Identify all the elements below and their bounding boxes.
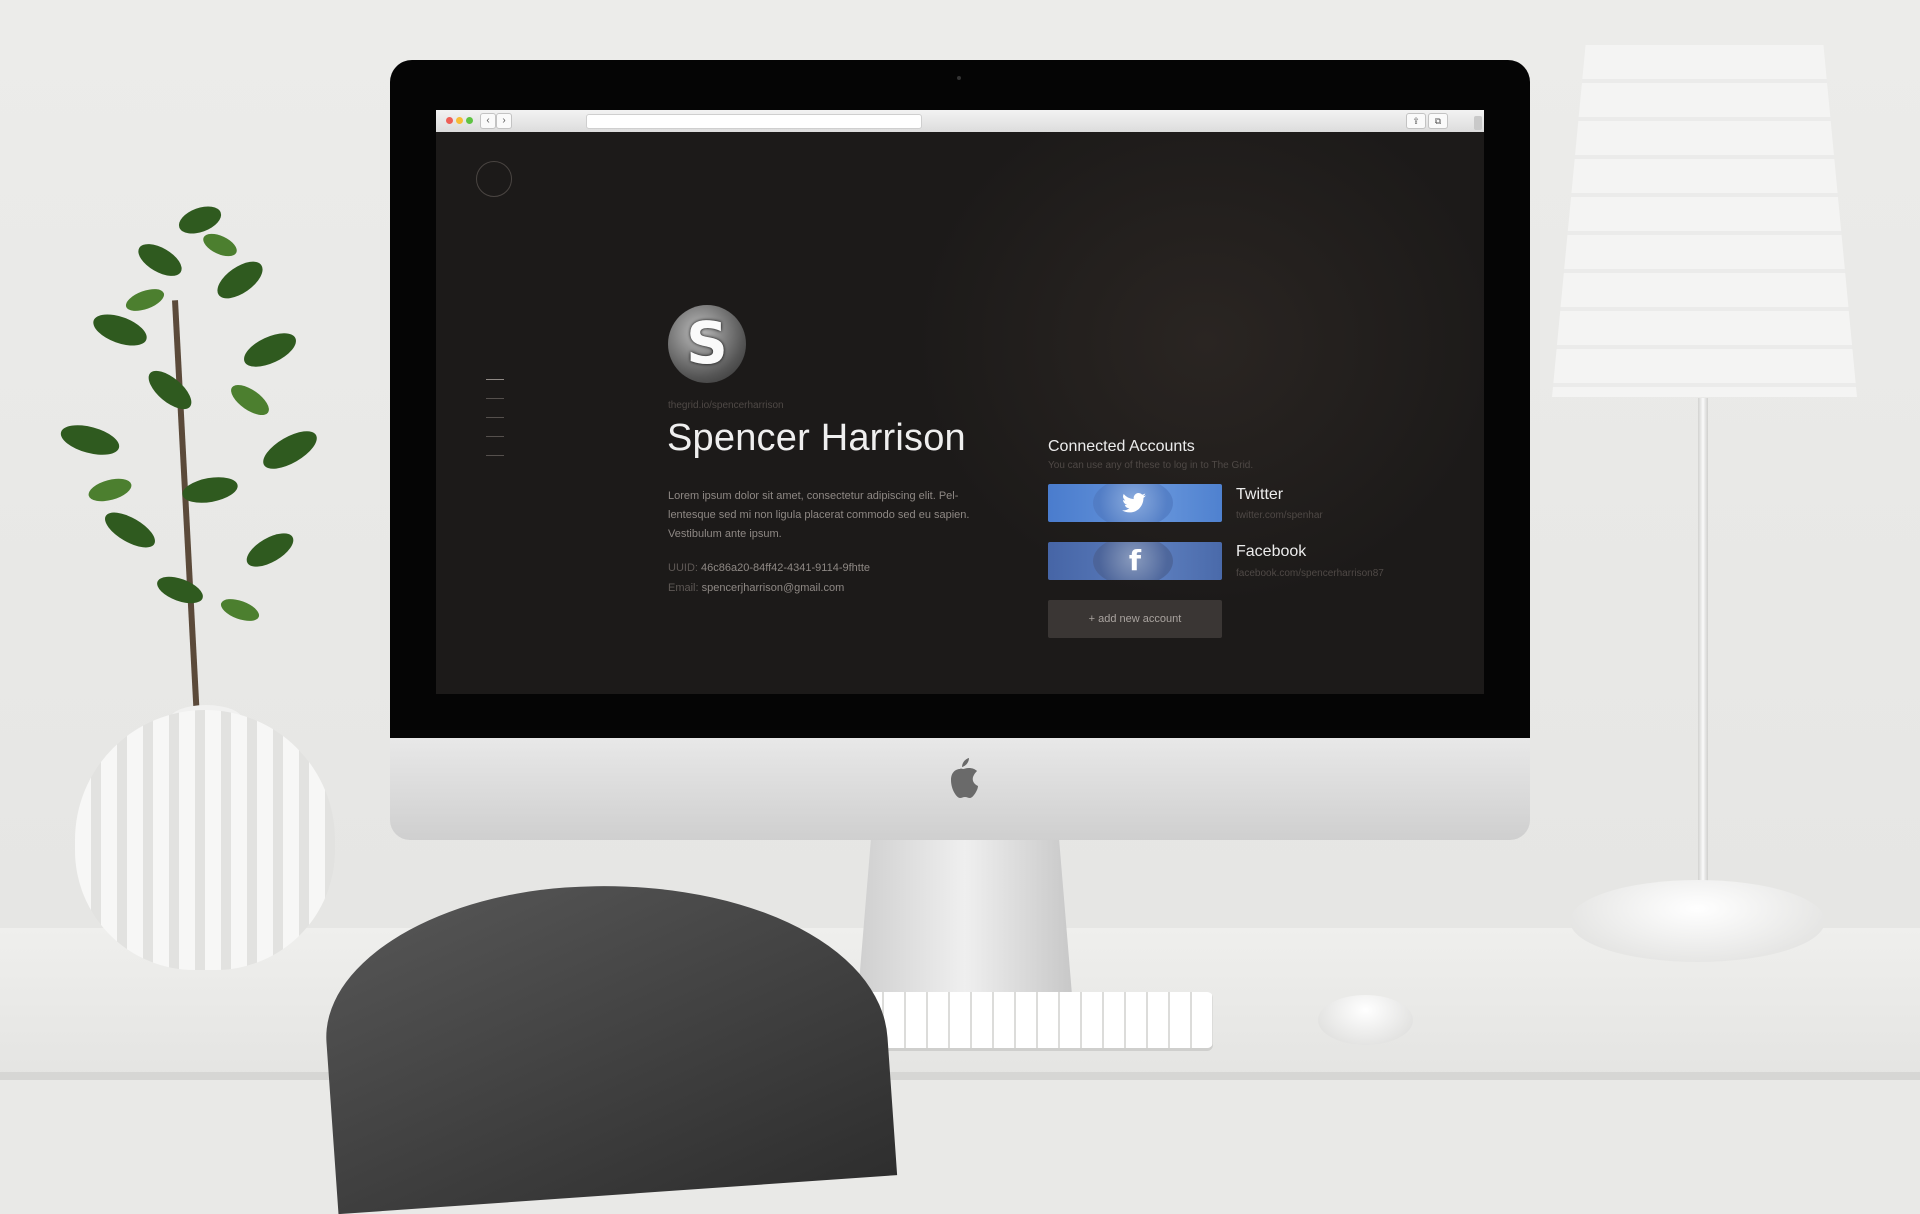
lamp-base (1570, 880, 1825, 962)
url-bar[interactable] (586, 114, 922, 129)
avatar-letter: S (686, 309, 728, 377)
profile-page: S thegrid.io/spencerharrison Spencer Har… (436, 132, 1484, 694)
nav-line[interactable] (486, 455, 504, 456)
apple-logo-icon (951, 758, 978, 798)
plant-leaves (60, 206, 317, 621)
twitter-bird-icon (1122, 493, 1146, 513)
add-account-button[interactable]: + add new account (1048, 600, 1222, 638)
menu-circle-button[interactable] (476, 161, 512, 197)
nav-line[interactable] (486, 417, 504, 418)
lamp-shade (1552, 45, 1857, 397)
back-arrow-icon[interactable]: ‹ (480, 113, 496, 129)
connected-accounts-title: Connected Accounts (1048, 438, 1195, 455)
email-value[interactable]: spencerjharrison@gmail.com (702, 582, 845, 594)
uuid-line: UUID: 46c86a20-84ff42-4341-9114-9fhtte (668, 562, 870, 574)
zoom-window-button[interactable] (466, 117, 473, 124)
imac-stand (858, 840, 1072, 995)
facebook-f-icon: f (1128, 544, 1142, 577)
facebook-account-button[interactable]: f (1048, 542, 1222, 580)
screen: ‹ › ⇪ ⧉ S thegrid.io/spencerharrison Spe… (436, 110, 1484, 694)
twitter-account-link[interactable]: twitter.com/spenhar (1236, 510, 1323, 521)
uuid-label: UUID: (668, 562, 698, 574)
tabs-icon[interactable]: ⧉ (1428, 113, 1448, 129)
lamp-rod (1698, 398, 1708, 898)
vase (75, 710, 335, 970)
forward-arrow-icon[interactable]: › (496, 113, 512, 129)
twitter-account-button[interactable] (1048, 484, 1222, 522)
email-label: Email: (668, 582, 699, 594)
camera-dot (957, 76, 961, 80)
nav-line[interactable] (486, 436, 504, 437)
minimize-window-button[interactable] (456, 117, 463, 124)
uuid-value: 46c86a20-84ff42-4341-9114-9fhtte (701, 562, 871, 574)
facebook-account-name: Facebook (1236, 543, 1307, 560)
profile-bio: Lorem ipsum dolor sit amet, consectetur … (668, 490, 970, 540)
connected-accounts-subtitle: You can use any of these to log in to Th… (1048, 460, 1254, 471)
email-line: Email: spencerjharrison@gmail.com (668, 582, 844, 594)
nav-line-active[interactable] (486, 379, 504, 380)
mouse (1318, 995, 1413, 1045)
twitter-account-name: Twitter (1236, 486, 1284, 503)
desk-edge (0, 1072, 1920, 1080)
share-icon[interactable]: ⇪ (1406, 113, 1426, 129)
nav-line[interactable] (486, 398, 504, 399)
profile-url[interactable]: thegrid.io/spencerharrison (668, 400, 784, 411)
facebook-account-link[interactable]: facebook.com/spencerharrison87 (1236, 568, 1384, 579)
close-window-button[interactable] (446, 117, 453, 124)
profile-name: Spencer Harrison (667, 417, 966, 459)
avatar[interactable]: S (668, 305, 746, 383)
toolbar-resize-handle[interactable] (1474, 116, 1482, 130)
browser-toolbar: ‹ › ⇪ ⧉ (436, 110, 1484, 133)
